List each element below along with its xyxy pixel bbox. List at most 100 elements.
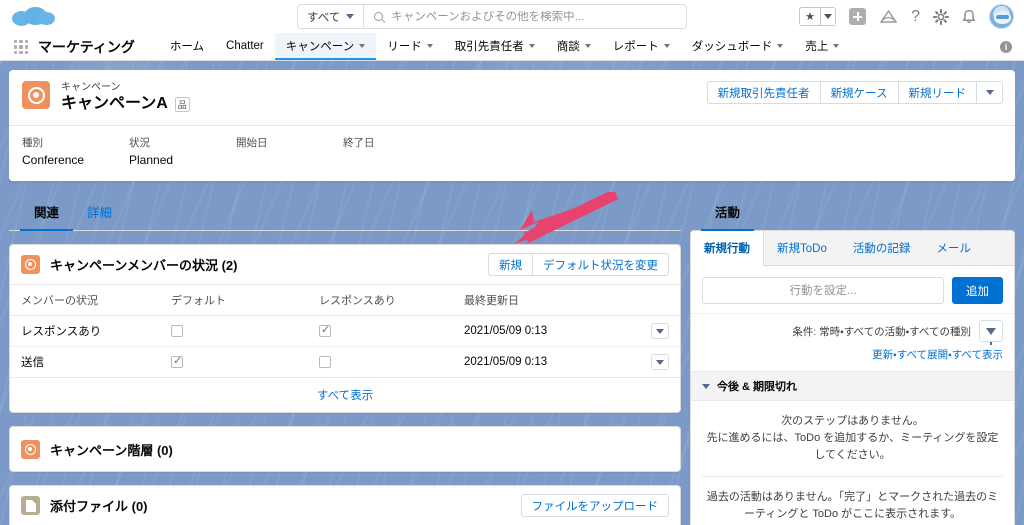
empty-next-steps: 次のステップはありません。 先に進めるには、ToDo を追加するか、ミーティング… bbox=[691, 401, 1014, 476]
add-activity-button[interactable]: 追加 bbox=[952, 277, 1003, 304]
help-icon[interactable]: ? bbox=[911, 8, 920, 26]
page-content: キャンペーン キャンペーンA 品 新規取引先責任者 新規ケース 新規リード 種別… bbox=[0, 61, 1024, 525]
cloud-setup-icon[interactable] bbox=[879, 9, 898, 25]
tab-email[interactable]: メール bbox=[923, 231, 984, 265]
nav-item-reports[interactable]: レポート bbox=[602, 33, 681, 60]
global-search[interactable]: すべて bbox=[297, 4, 687, 29]
nav-item-label: ダッシュボード bbox=[691, 40, 773, 53]
user-avatar[interactable] bbox=[989, 4, 1014, 29]
favorites-dropdown-icon[interactable] bbox=[820, 8, 836, 25]
nav-item-label: ホーム bbox=[169, 40, 205, 53]
nav-item-leads[interactable]: リード bbox=[376, 33, 444, 60]
table-row[interactable]: 送信 2021/05/09 0:13 bbox=[10, 346, 680, 378]
activity-tab-strip: 新規行動 新規ToDo 活動の記録 メール bbox=[691, 231, 1014, 266]
nav-item-opportunities[interactable]: 商談 bbox=[546, 33, 602, 60]
default-checkbox bbox=[171, 324, 183, 337]
card-title: キャンペーン階層 (0) bbox=[50, 442, 173, 458]
field-label: 状況 bbox=[129, 137, 150, 149]
search-field[interactable] bbox=[364, 5, 686, 28]
chevron-down-icon bbox=[426, 43, 433, 48]
record-highlight-fields: 種別 Conference 状況 Planned 開始日 終了日 bbox=[9, 125, 1015, 181]
column-header-default[interactable]: デフォルト bbox=[160, 285, 308, 316]
nav-item-label: 売上 bbox=[805, 40, 829, 53]
app-launcher-icon[interactable] bbox=[14, 40, 28, 54]
cell-last-modified: 2021/05/09 0:13 bbox=[453, 315, 640, 347]
change-default-status-button[interactable]: デフォルト状況を変更 bbox=[533, 253, 669, 276]
activity-links: 更新・すべて展開・すべて表示 bbox=[691, 344, 1014, 371]
search-input[interactable] bbox=[391, 10, 676, 23]
empty-next-steps-line2: 先に進めるには、ToDo を追加するか、ミーティングを設定してください。 bbox=[706, 432, 999, 461]
column-header-last-modified[interactable]: 最終更新日 bbox=[453, 285, 640, 316]
nav-item-chatter[interactable]: Chatter bbox=[215, 33, 275, 60]
campaign-object-icon bbox=[22, 81, 50, 109]
nav-item-label: リード bbox=[387, 40, 422, 53]
card-title: キャンペーンメンバーの状況 (2) bbox=[50, 258, 238, 273]
nav-item-campaigns[interactable]: キャンペーン bbox=[274, 33, 377, 60]
column-header-status[interactable]: メンバーの状況 bbox=[10, 285, 160, 316]
new-case-button[interactable]: 新規ケース bbox=[820, 81, 899, 104]
nav-item-label: 商談 bbox=[556, 40, 580, 53]
tab-related[interactable]: 関連 bbox=[20, 193, 74, 231]
nav-item-dashboards[interactable]: ダッシュボード bbox=[681, 33, 795, 60]
view-all-link[interactable]: すべて表示 bbox=[10, 378, 680, 412]
app-name-label: マーケティング bbox=[38, 38, 135, 55]
cell-row-actions bbox=[640, 315, 680, 347]
activity-filter-row: 条件: 常時・すべての活動・すべての種別 bbox=[691, 313, 1014, 345]
field-value[interactable]: Conference bbox=[22, 151, 129, 169]
upcoming-overdue-section-header[interactable]: 今後 & 期限切れ bbox=[691, 371, 1014, 401]
search-scope-dropdown[interactable]: すべて bbox=[298, 5, 365, 28]
table-row[interactable]: レスポンスあり 2021/05/09 0:13 bbox=[10, 315, 680, 347]
chevron-down-icon bbox=[663, 43, 670, 48]
upload-file-header-button[interactable]: ファイルをアップロード bbox=[520, 494, 669, 517]
field-end-date: 終了日 bbox=[343, 135, 450, 169]
nav-info-icon[interactable]: i bbox=[1000, 41, 1012, 53]
tab-log-activity[interactable]: 活動の記録 bbox=[840, 231, 924, 265]
nav-item-home[interactable]: ホーム bbox=[159, 33, 215, 60]
tab-new-todo[interactable]: 新規ToDo bbox=[764, 231, 840, 265]
cell-status: 送信 bbox=[10, 346, 160, 378]
notifications-bell-icon[interactable] bbox=[962, 9, 976, 25]
favorites-group[interactable]: ★ bbox=[799, 7, 837, 26]
campaign-icon bbox=[21, 439, 40, 459]
chevron-down-icon bbox=[346, 14, 355, 19]
activity-panel: 新規行動 新規ToDo 活動の記録 メール 追加 条件: 常時・すべての活動・す… bbox=[690, 230, 1015, 525]
cell-default bbox=[160, 346, 308, 378]
row-actions-dropdown-icon[interactable] bbox=[651, 323, 669, 339]
refresh-expand-viewall-links[interactable]: 更新・すべて展開・すべて表示 bbox=[872, 349, 1003, 361]
search-icon bbox=[374, 12, 384, 21]
field-label: 開始日 bbox=[236, 137, 268, 149]
favorites-star-icon[interactable]: ★ bbox=[800, 8, 821, 25]
card-title: 添付ファイル (0) bbox=[50, 499, 148, 514]
nav-item-label: キャンペーン bbox=[285, 40, 355, 53]
cell-row-actions bbox=[640, 346, 680, 378]
filter-icon[interactable] bbox=[979, 320, 1003, 345]
new-lead-button[interactable]: 新規リード bbox=[898, 81, 977, 104]
add-icon[interactable] bbox=[849, 8, 867, 25]
activity-input[interactable] bbox=[702, 277, 944, 304]
field-value[interactable]: Planned bbox=[129, 151, 236, 169]
more-actions-dropdown-button[interactable] bbox=[977, 81, 1003, 104]
content-columns: 関連 詳細 キャンペーンメンバーの状況 (2) 新規 デフォルト状況を変更 メン… bbox=[0, 181, 1024, 525]
row-actions-dropdown-icon[interactable] bbox=[651, 354, 669, 370]
chevron-down-icon bbox=[584, 43, 591, 48]
app-navigation-bar: マーケティング ホーム Chatter キャンペーン リード 取引先責任者 商談 bbox=[0, 33, 1024, 61]
new-contact-button[interactable]: 新規取引先責任者 bbox=[706, 81, 821, 104]
new-member-status-button[interactable]: 新規 bbox=[488, 253, 533, 276]
hierarchy-icon[interactable]: 品 bbox=[174, 96, 190, 112]
attached-files-card: 添付ファイル (0) ファイルをアップロード ファイルをアップロード bbox=[9, 485, 681, 525]
settings-gear-icon[interactable] bbox=[933, 8, 949, 25]
salesforce-logo[interactable] bbox=[12, 6, 56, 28]
salesforce-app: すべて ★ ? bbox=[0, 0, 1024, 525]
nav-item-contacts[interactable]: 取引先責任者 bbox=[444, 33, 546, 60]
card-action-buttons: ファイルをアップロード bbox=[520, 494, 669, 517]
tab-details[interactable]: 詳細 bbox=[73, 193, 126, 231]
tab-new-event[interactable]: 新規行動 bbox=[691, 231, 764, 266]
tab-activity[interactable]: 活動 bbox=[701, 193, 755, 231]
section-title: 今後 & 期限切れ bbox=[717, 381, 798, 393]
chevron-down-icon bbox=[702, 383, 710, 389]
cell-status: レスポンスあり bbox=[10, 315, 160, 347]
column-header-responded[interactable]: レスポンスあり bbox=[308, 285, 453, 316]
field-start-date: 開始日 bbox=[236, 135, 343, 169]
nav-item-sales[interactable]: 売上 bbox=[794, 33, 850, 60]
member-status-table: メンバーの状況 デフォルト レスポンスあり 最終更新日 レスポンスあり ✓ 20… bbox=[10, 285, 680, 378]
